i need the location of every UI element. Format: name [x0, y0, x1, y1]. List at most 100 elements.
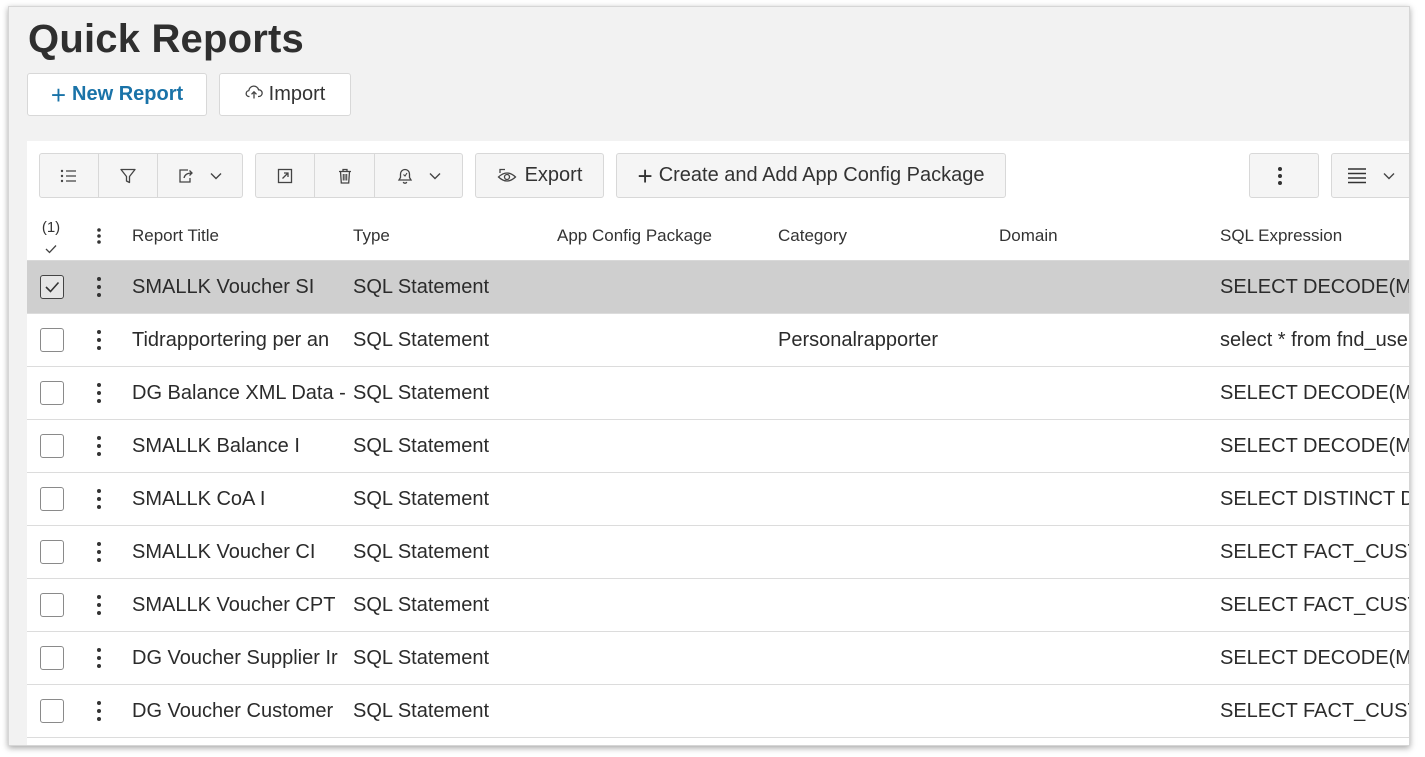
cell-sql-expression: SELECT DISTINCT DIM [1220, 487, 1409, 510]
cell-domain [999, 473, 1214, 525]
filter-icon[interactable] [99, 154, 158, 197]
table-row[interactable]: DG Balance XML Data - SQL Statement SELECT… [27, 367, 1409, 420]
row-more-icon[interactable] [89, 326, 109, 354]
cell-category: Personalrapporter [778, 328, 939, 351]
share-menu-button[interactable] [158, 154, 242, 197]
row-checkbox[interactable] [40, 434, 64, 458]
plus-icon: + [637, 160, 653, 191]
share-icon [179, 168, 193, 183]
cell-sql-expression: SELECT DECODE(MIN [1220, 646, 1409, 669]
cell-category [778, 632, 993, 684]
table-row[interactable]: SMALLK Voucher CPT SQL Statement SELECT FA… [27, 579, 1409, 632]
import-button[interactable]: Import [219, 73, 351, 116]
select-all-check-icon[interactable] [44, 241, 58, 259]
column-header-sql-expression[interactable]: SQL Expression [1220, 211, 1409, 261]
row-more-icon[interactable] [89, 432, 109, 460]
more-icon [1278, 166, 1282, 185]
cell-sql-expression: select * from fnd_use [1220, 328, 1408, 351]
list-settings-icon[interactable] [40, 154, 99, 197]
cell-app-config-package [557, 473, 772, 525]
cell-category [778, 473, 993, 525]
table-view-icon [1348, 167, 1366, 183]
header-more-icon[interactable] [89, 211, 109, 261]
cell-app-config-package [557, 579, 772, 631]
chevron-down-icon [210, 172, 222, 179]
cell-sql-expression: SELECT FACT_CUSTO [1220, 699, 1409, 722]
row-more-icon[interactable] [89, 273, 109, 301]
cell-app-config-package [557, 261, 772, 313]
row-more-icon[interactable] [89, 379, 109, 407]
column-header-domain[interactable]: Domain [999, 211, 1214, 261]
cell-type: SQL Statement [353, 699, 489, 722]
table-row[interactable]: DG Voucher Customer SQL Statement SELECT F… [27, 685, 1409, 738]
cell-app-config-package [557, 632, 772, 684]
app-window: Quick Reports + New Report Import Export… [8, 6, 1410, 746]
selected-count: (1) [41, 219, 61, 236]
cell-sql-expression: SELECT DECODE(MIN [1220, 381, 1409, 404]
export-icon [497, 168, 517, 182]
chevron-down-icon [1383, 172, 1395, 179]
cell-report-title[interactable]: SMALLK Voucher CPT [132, 579, 347, 631]
column-header-category[interactable]: Category [778, 211, 993, 261]
table-view-menu-button[interactable] [1331, 153, 1409, 198]
row-checkbox[interactable] [40, 593, 64, 617]
create-package-button[interactable]: + Create and Add App Config Package [616, 153, 1006, 198]
cell-type: SQL Statement [353, 487, 489, 510]
row-checkbox[interactable] [40, 381, 64, 405]
row-more-icon[interactable] [89, 697, 109, 725]
cell-category [778, 526, 993, 578]
cell-report-title[interactable]: SMALLK CoA I [132, 473, 347, 525]
cell-sql-expression: SELECT DECODE(MIN [1220, 434, 1409, 457]
column-header-report-title[interactable]: Report Title [132, 211, 347, 261]
column-header-app-config-package[interactable]: App Config Package [557, 211, 772, 261]
row-more-icon[interactable] [89, 485, 109, 513]
row-checkbox[interactable] [40, 275, 64, 299]
cell-domain [999, 367, 1214, 419]
table-row[interactable]: SMALLK Voucher CI SQL Statement SELECT FAC… [27, 526, 1409, 579]
table-row[interactable]: Tidrapportering per an SQL Statement Perso… [27, 314, 1409, 367]
row-checkbox[interactable] [40, 487, 64, 511]
import-label: Import [268, 83, 326, 105]
row-more-icon[interactable] [89, 644, 109, 672]
cell-category [778, 367, 993, 419]
record-tools-group [255, 153, 463, 198]
column-header-type[interactable]: Type [353, 211, 553, 261]
cell-domain [999, 685, 1214, 737]
cell-type: SQL Statement [353, 328, 489, 351]
row-more-icon[interactable] [89, 591, 109, 619]
cell-type: SQL Statement [353, 275, 489, 298]
reports-panel: Export + Create and Add App Config Packa… [27, 141, 1409, 745]
export-button[interactable]: Export [475, 153, 604, 198]
row-more-icon[interactable] [89, 538, 109, 566]
export-label: Export [524, 164, 583, 186]
cell-report-title[interactable]: DG Balance XML Data - [132, 367, 347, 419]
cell-category [778, 261, 993, 313]
cell-report-title[interactable]: SMALLK Balance I [132, 420, 347, 472]
cell-report-title[interactable]: SMALLK Voucher CI [132, 526, 347, 578]
table-row[interactable]: DG Voucher Supplier Ir SQL Statement SELEC… [27, 632, 1409, 685]
table-row[interactable]: SMALLK Balance I SQL Statement SELECT DECO… [27, 420, 1409, 473]
row-checkbox[interactable] [40, 540, 64, 564]
cell-report-title[interactable]: SMALLK Voucher SI [132, 261, 347, 313]
cell-type: SQL Statement [353, 593, 489, 616]
notify-menu-button[interactable] [375, 154, 462, 197]
table-toolbar: Export + Create and Add App Config Packa… [27, 141, 1409, 211]
trash-icon[interactable] [315, 154, 375, 197]
cell-app-config-package [557, 420, 772, 472]
cell-report-title[interactable]: DG Voucher Customer [132, 685, 347, 737]
cell-domain [999, 579, 1214, 631]
row-checkbox[interactable] [40, 699, 64, 723]
cell-report-title[interactable]: Tidrapportering per an [132, 314, 347, 366]
table-row[interactable]: SMALLK Voucher SI SQL Statement SELECT DEC… [27, 261, 1409, 314]
create-package-label: Create and Add App Config Package [658, 164, 985, 186]
cell-domain [999, 261, 1214, 313]
table-row[interactable]: SMALLK CoA I SQL Statement SELECT DISTINCT… [27, 473, 1409, 526]
row-checkbox[interactable] [40, 646, 64, 670]
cell-app-config-package [557, 314, 772, 366]
cell-report-title[interactable]: DG Voucher Supplier Ir [132, 632, 347, 684]
new-report-button[interactable]: + New Report [27, 73, 207, 116]
more-options-button[interactable] [1249, 153, 1319, 198]
table-header: (1) Report Title Type App Config Package… [27, 211, 1409, 261]
open-icon[interactable] [256, 154, 315, 197]
row-checkbox[interactable] [40, 328, 64, 352]
